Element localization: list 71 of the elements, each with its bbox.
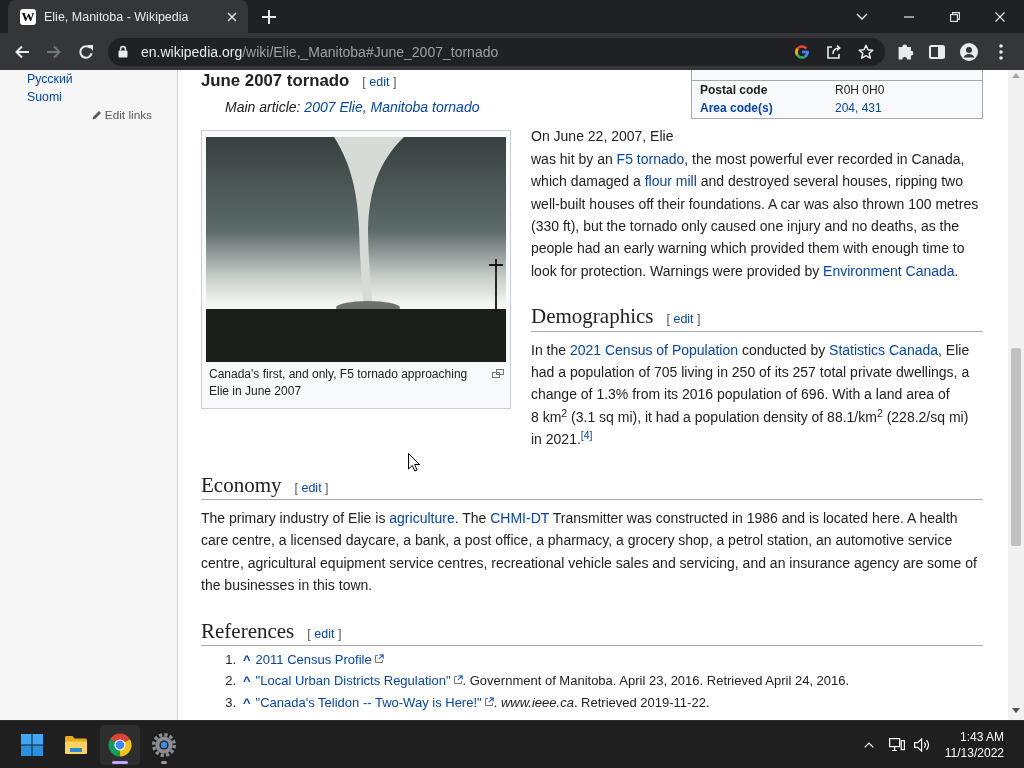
scroll-down-arrow-icon[interactable] xyxy=(1012,708,1020,713)
language-link[interactable]: Русский xyxy=(27,70,152,88)
edit-link[interactable]: [ edit ] xyxy=(294,480,329,495)
browser-icon xyxy=(108,732,132,757)
favicon: W xyxy=(20,8,36,25)
image-caption: Canada's first, and only, F5 tornado approaching Elie in June 2007 xyxy=(209,367,468,398)
scrollbar-thumb[interactable] xyxy=(1011,348,1021,546)
paragraph: In the 2021 Census of Population conducted by Statistics Canada, Elie had a population of 705 living in 250 of its 257 total private dwellings, a change of 1.3% from its 2016 population of 696. With a land area of 8 km$^{2}$ (3.1 sq mi), it had a population density of 88.1/km$^{2}$ (228.2/sq mi) in 2021.$^{[4]}$ xyxy=(531,340,971,450)
new-tab-icon[interactable] xyxy=(262,9,276,24)
mouse-cursor-icon xyxy=(408,453,420,472)
restore-icon[interactable] xyxy=(950,11,960,22)
folder-icon xyxy=(64,734,88,755)
link[interactable]: [4] xyxy=(580,431,593,448)
backlink[interactable]: ^ xyxy=(243,670,251,692)
hatnote: Main article: 2007 Elie, Manitoba tornado xyxy=(225,98,481,117)
section-heading: June 2007 tornado xyxy=(201,71,350,90)
link[interactable]: CHMI-DT xyxy=(490,509,550,526)
link[interactable]: 2007 Elie, Manitoba tornado xyxy=(304,99,480,115)
paragraph: The primary industry of Elie is agriculture. The CHMI-DT Transmitter was constructed in 1986 and is located here. A health care centre, a licensed daycare, a bank, a post office, a pharmacy, a grocery shop, a petrol station, an automotive service centre, agricultural equipment service centres, recreational vehicle sales and servicing, and an insurance agency are some of the businesses in this town. xyxy=(201,508,978,596)
g-logo-icon[interactable] xyxy=(794,43,810,60)
reference-text: "Canada's Telidon -- Two-Way is Here!" . www.ieee.ca. Retrieved 2019-11-22. xyxy=(255,693,710,712)
backlink[interactable]: ^ xyxy=(243,691,251,714)
infobox-value-link[interactable]: 204, 431 xyxy=(835,100,882,117)
profile-icon[interactable] xyxy=(960,42,978,61)
section-heading: References xyxy=(201,618,295,643)
reference-number: 1. xyxy=(224,650,236,669)
infobox-label-link[interactable]: Area code(s) xyxy=(700,100,835,117)
reference-number: 2. xyxy=(224,672,236,691)
edit-link[interactable]: [ edit ] xyxy=(307,626,342,641)
star-icon[interactable] xyxy=(858,43,874,60)
minimize-icon[interactable] xyxy=(904,15,914,18)
browser-button[interactable] xyxy=(100,724,140,765)
reference-number: 3. xyxy=(224,693,236,712)
back-icon[interactable] xyxy=(14,43,30,60)
chevron-up-icon[interactable] xyxy=(863,741,874,748)
side-panel-icon[interactable] xyxy=(929,44,945,59)
enlarge-icon[interactable] xyxy=(492,369,504,378)
pencil-icon xyxy=(91,110,102,120)
menu-icon[interactable] xyxy=(999,43,1003,60)
edit-link[interactable]: [ edit ] xyxy=(666,312,701,327)
link[interactable]: "Canada's Telidon -- Two-Way is Here!" xyxy=(255,694,482,710)
language-link[interactable]: Suomi xyxy=(27,88,152,106)
edit-link[interactable]: [ edit ] xyxy=(362,75,397,89)
link[interactable]: Environment Canada xyxy=(823,262,955,279)
address-bar[interactable]: en.wikipedia.org/wiki/Elie,_Manitoba#June_2007_tornado xyxy=(108,37,885,66)
paragraph: On June 22, 2007, Elie was hit by an F5 tornado, the most powerful ever recorded in Canada, which damaged a flour mill and destroyed several houses, ripping two well-built houses off their foundations. A car was also thrown 100 metres (330 ft), but the tornado only caused one injury and no deaths, as the people had an early warning which provided them with enough time to look for protection. Warnings were provided by Environment Canada. xyxy=(531,127,980,281)
backlink[interactable]: ^ xyxy=(243,648,251,671)
link[interactable]: 2021 Census of Population xyxy=(569,341,739,358)
lock-icon[interactable] xyxy=(118,45,128,58)
browser-tab[interactable]: W Elie, Manitoba - Wikipedia xyxy=(8,0,248,33)
infobox-label: Postal code xyxy=(700,82,769,99)
link[interactable]: agriculture xyxy=(389,509,455,526)
share-icon[interactable] xyxy=(826,43,842,60)
puzzle-icon[interactable] xyxy=(898,43,914,60)
link[interactable]: flour mill xyxy=(644,173,697,190)
close-icon[interactable] xyxy=(995,11,1005,22)
reload-icon[interactable] xyxy=(78,43,94,60)
close-icon[interactable] xyxy=(227,11,237,22)
network-icon[interactable] xyxy=(888,737,905,752)
edit-links-link[interactable]: Edit links xyxy=(27,106,152,124)
volume-icon[interactable] xyxy=(913,737,930,752)
section-heading: Demographics xyxy=(531,304,654,329)
infobox-value: R0H 0H0 xyxy=(835,82,885,99)
clock[interactable]: 1:43 AM 11/13/2022 xyxy=(944,728,1004,761)
section-heading: Economy xyxy=(201,472,282,497)
reference-text: "Local Urban Districts Regulation" . Government of Manitoba. April 23, 2016. Retrieved April 24, 2016. xyxy=(255,672,850,691)
start-icon xyxy=(21,733,43,756)
gear-icon xyxy=(152,732,176,757)
link[interactable]: "Local Urban Districts Regulation" xyxy=(255,673,451,689)
link[interactable]: 2011 Census Profile xyxy=(255,651,372,667)
chevron-down-icon[interactable] xyxy=(856,13,868,20)
